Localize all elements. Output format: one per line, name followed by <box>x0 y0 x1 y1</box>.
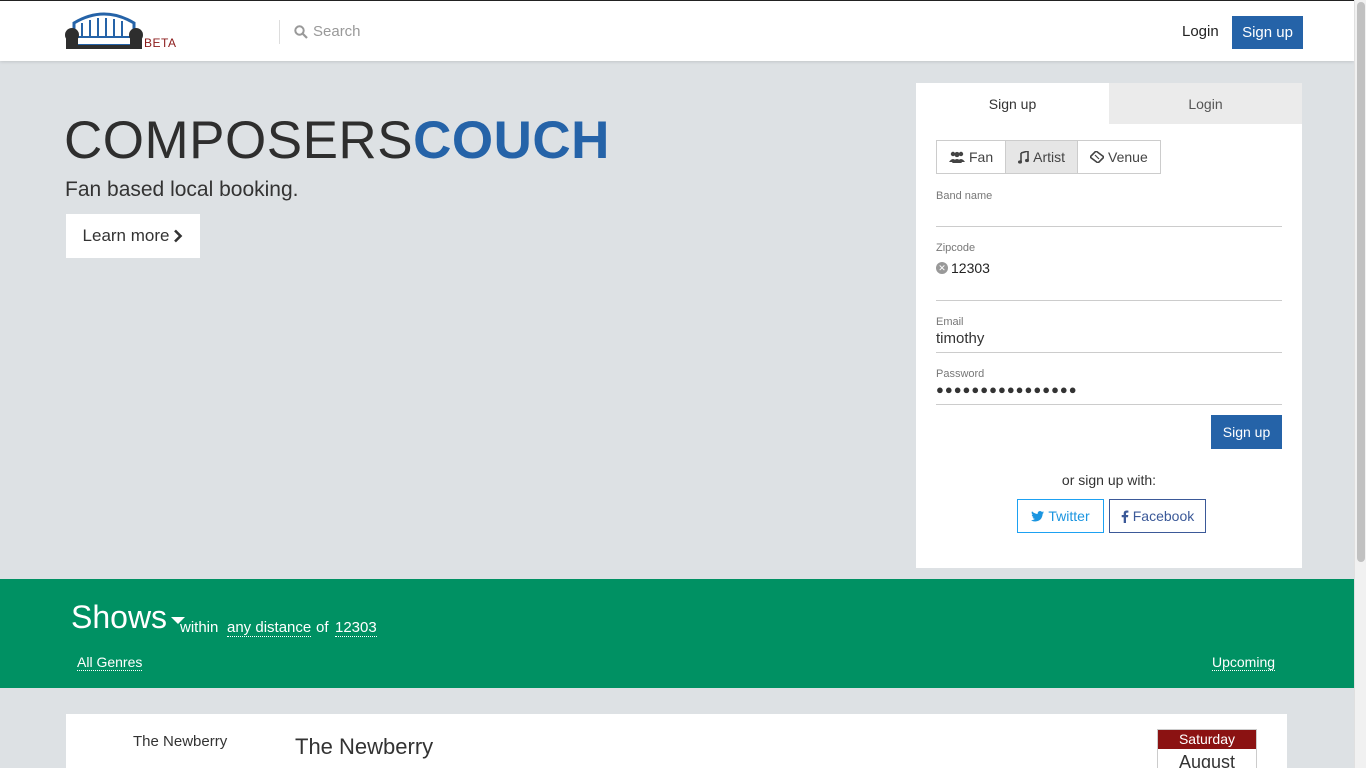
facebook-label: Facebook <box>1132 508 1195 524</box>
email-input[interactable] <box>936 328 1282 347</box>
role-selector: Fan Artist Venue <box>936 140 1161 174</box>
of-text: of <box>316 619 329 636</box>
chevron-right-icon <box>173 229 183 243</box>
tab-login[interactable]: Login <box>1109 83 1302 124</box>
hero-tagline: Fan based local booking. <box>65 178 299 201</box>
shows-filter-band: Shows within any distance of 12303 All G… <box>0 579 1354 688</box>
search-placeholder: Search <box>313 23 361 40</box>
venue-title-link[interactable]: The Newberry <box>295 734 433 760</box>
show-card[interactable]: The Newberry The Newberry Saturday Augus… <box>66 714 1287 768</box>
role-venue-button[interactable]: Venue <box>1078 140 1161 174</box>
venue-name-small: The Newberry <box>133 733 228 750</box>
search-icon <box>294 24 308 39</box>
twitter-label: Twitter <box>1048 508 1090 524</box>
band-name-label: Band name <box>936 190 993 202</box>
tab-signup[interactable]: Sign up <box>916 83 1109 124</box>
within-text: within <box>180 619 219 636</box>
scrollbar[interactable] <box>1354 0 1366 768</box>
genres-filter[interactable]: All Genres <box>77 654 143 671</box>
role-venue-label: Venue <box>1108 149 1148 165</box>
band-name-input[interactable] <box>936 202 1282 221</box>
beta-label: BETA <box>144 36 177 50</box>
calendar-date-badge: Saturday August <box>1157 729 1257 768</box>
learn-more-button[interactable]: Learn more <box>66 214 200 258</box>
email-field: Email <box>936 316 1282 353</box>
hero-title: COMPOSERSCOUCH <box>64 110 610 171</box>
nav-divider <box>279 20 280 44</box>
email-label: Email <box>936 316 964 328</box>
calendar-month: August <box>1178 752 1236 768</box>
password-field: Password <box>936 368 1282 405</box>
music-icon <box>1018 150 1030 164</box>
scrollbar-thumb[interactable] <box>1357 2 1365 562</box>
shows-dropdown[interactable]: Shows <box>71 599 186 636</box>
role-fan-label: Fan <box>969 149 994 165</box>
distance-filter[interactable]: any distance <box>227 619 312 637</box>
zipcode-value: 12303 <box>951 260 990 276</box>
password-input[interactable] <box>936 380 1282 397</box>
login-link[interactable]: Login <box>1182 23 1219 40</box>
band-name-field: Band name <box>936 190 1282 227</box>
twitter-icon <box>1031 510 1045 522</box>
learn-more-label: Learn more <box>82 226 170 245</box>
facebook-icon <box>1121 510 1129 523</box>
zipcode-field: Zipcode ✕ 12303 <box>936 242 1282 301</box>
signup-submit-button[interactable]: Sign up <box>1211 415 1282 449</box>
twitter-signup-button[interactable]: Twitter <box>1017 499 1104 533</box>
shows-title: Shows <box>71 599 168 635</box>
couch-logo[interactable] <box>64 11 144 53</box>
signup-panel: Sign up Login Fan Artist Venue Band name… <box>916 83 1302 568</box>
zipcode-label: Zipcode <box>936 242 976 254</box>
hero-title-part1: COMPOSERS <box>64 111 414 170</box>
or-signup-with-text: or sign up with: <box>1061 472 1157 488</box>
zipcode-chip: ✕ 12303 <box>936 260 1282 276</box>
zip-filter[interactable]: 12303 <box>335 619 377 637</box>
users-icon <box>949 151 965 163</box>
role-artist-label: Artist <box>1033 149 1066 165</box>
role-artist-button[interactable]: Artist <box>1006 140 1079 174</box>
ticket-icon <box>1090 151 1105 163</box>
signup-button[interactable]: Sign up <box>1232 16 1303 49</box>
search-input[interactable]: Search <box>294 23 361 40</box>
upcoming-filter[interactable]: Upcoming <box>1212 654 1276 671</box>
role-fan-button[interactable]: Fan <box>936 140 1007 174</box>
password-label: Password <box>936 368 985 380</box>
calendar-day: Saturday <box>1158 730 1256 749</box>
remove-zipcode-icon[interactable]: ✕ <box>936 262 948 274</box>
hero-title-part2: COUCH <box>413 111 610 170</box>
top-navbar: BETA Search Login Sign up <box>0 0 1354 61</box>
facebook-signup-button[interactable]: Facebook <box>1109 499 1206 533</box>
